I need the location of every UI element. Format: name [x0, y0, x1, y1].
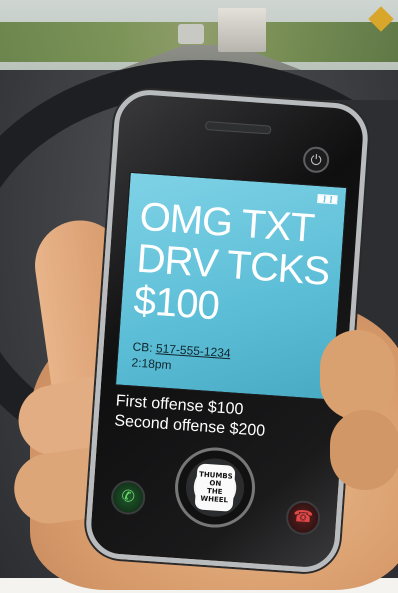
thumbs-on-the-wheel-logo: THUMBS ON THE WHEEL	[175, 448, 255, 528]
battery-icon	[317, 193, 338, 205]
message-time: 2:18pm	[131, 355, 172, 373]
logo-text: WHEEL	[200, 494, 229, 505]
phone-hangup-icon: ☎	[285, 499, 322, 536]
callback-label: CB:	[132, 339, 154, 355]
car	[178, 24, 204, 44]
phone-screen: OMG TXT DRV TCKS $100 CB: 517-555-1234 2…	[114, 171, 348, 401]
text-message: OMG TXT DRV TCKS $100	[132, 195, 340, 336]
phone-top-bar: ⏻	[116, 93, 365, 185]
speaker-grille	[204, 120, 272, 135]
logo-badge: THUMBS ON THE WHEEL	[194, 463, 236, 512]
offense-list: First offense $100 Second offense $200	[114, 391, 326, 446]
smartphone: ⏻ OMG TXT DRV TCKS $100 CB: 517-555-1234…	[83, 87, 371, 575]
hand-finger	[320, 330, 395, 420]
phone-call-icon: ✆	[109, 479, 147, 516]
power-icon: ⏻	[302, 145, 331, 174]
hand-finger	[330, 410, 398, 490]
truck	[218, 8, 266, 52]
photo-scene: ⏻ OMG TXT DRV TCKS $100 CB: 517-555-1234…	[0, 0, 398, 593]
